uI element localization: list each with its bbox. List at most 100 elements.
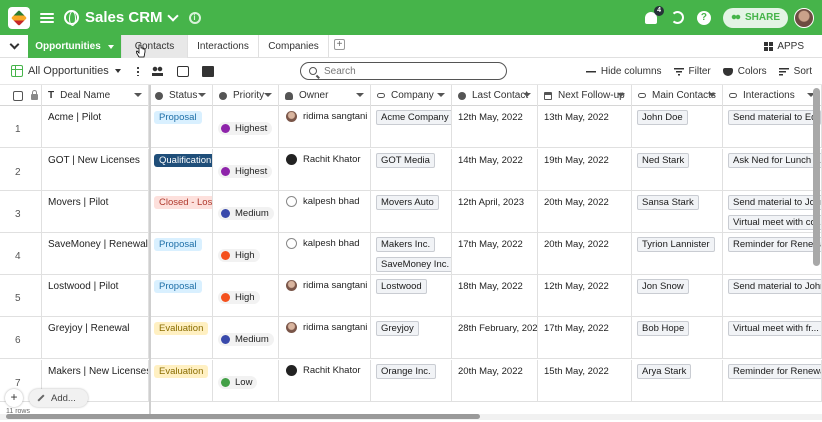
owner-cell[interactable]: Rachit Khator: [279, 149, 371, 190]
company-cell[interactable]: GOT Media: [371, 149, 452, 190]
table-row[interactable]: 4 SaveMoney | Renewal Proposal High kalp…: [0, 233, 822, 275]
interactions-cell[interactable]: Reminder for Renewal: [723, 360, 822, 401]
last-contact-cell[interactable]: 18th May, 2022: [452, 275, 538, 316]
contact-chip[interactable]: Arya Stark: [637, 364, 692, 379]
grid-view-icon[interactable]: [11, 65, 23, 77]
column-header-interactions[interactable]: Interactions: [723, 85, 822, 106]
search-input[interactable]: [324, 65, 494, 77]
next-follow-up-cell[interactable]: 13th May, 2022: [538, 106, 632, 147]
app-title[interactable]: Sales CRM: [85, 9, 163, 26]
share-view-icon[interactable]: [176, 65, 189, 77]
more-options-icon[interactable]: [136, 66, 139, 76]
interactions-cell[interactable]: Send material to John: [723, 275, 822, 316]
interaction-chip[interactable]: Send material to Ed: [728, 110, 821, 125]
interactions-cell[interactable]: Ask Ned for Lunch i...: [723, 149, 822, 190]
interaction-chip[interactable]: Send material to John: [728, 195, 821, 210]
priority-cell[interactable]: Low: [213, 360, 279, 401]
interaction-chip[interactable]: Reminder for Renewal: [728, 364, 821, 379]
column-header-last-contact[interactable]: Last Contact: [452, 85, 538, 106]
column-header-deal-name[interactable]: T Deal Name: [42, 85, 149, 106]
column-header-next-follow-up[interactable]: Next Follow-up: [538, 85, 632, 106]
company-chip[interactable]: Greyjoy: [376, 321, 419, 336]
select-all-checkbox[interactable]: [13, 90, 23, 101]
last-contact-cell[interactable]: 28th February, 2023: [452, 317, 538, 358]
info-icon[interactable]: i: [188, 11, 201, 24]
status-cell[interactable]: Evaluation: [149, 360, 213, 401]
interactions-cell[interactable]: Reminder for Renewal: [723, 233, 822, 274]
vertical-scrollbar[interactable]: [813, 88, 820, 266]
priority-cell[interactable]: High: [213, 233, 279, 274]
main-contacts-cell[interactable]: Ned Stark: [632, 149, 723, 190]
last-contact-cell[interactable]: 20th May, 2022: [452, 360, 538, 401]
interaction-chip[interactable]: Ask Ned for Lunch i...: [728, 153, 821, 168]
row-number-cell[interactable]: 5: [0, 275, 42, 316]
status-cell[interactable]: Qualification: [149, 149, 213, 190]
column-menu-icon[interactable]: [708, 93, 716, 97]
table-row[interactable]: 3 Movers | Pilot Closed - Lost Medium ka…: [0, 191, 822, 233]
status-cell[interactable]: Closed - Lost: [149, 191, 213, 232]
column-header-priority[interactable]: Priority: [213, 85, 279, 106]
sort-button[interactable]: Sort: [778, 66, 812, 77]
deal-name-cell[interactable]: SaveMoney | Renewal: [42, 233, 149, 274]
interactions-cell[interactable]: Send material to Ed: [723, 106, 822, 147]
table-row[interactable]: 6 Greyjoy | Renewal Evaluation Medium ri…: [0, 317, 822, 359]
main-contacts-cell[interactable]: Tyrion Lannister: [632, 233, 723, 274]
history-icon[interactable]: [670, 11, 684, 24]
table-row[interactable]: 7 Makers | New Licenses Evaluation Low R…: [0, 360, 822, 402]
app-logo-icon[interactable]: [8, 6, 30, 29]
owner-cell[interactable]: kalpesh bhad: [279, 233, 371, 274]
frozen-column-divider[interactable]: [149, 85, 151, 414]
column-menu-icon[interactable]: [523, 93, 531, 97]
next-follow-up-cell[interactable]: 17th May, 2022: [538, 317, 632, 358]
column-menu-icon[interactable]: [437, 93, 445, 97]
row-number-cell[interactable]: 2: [0, 149, 42, 190]
contact-chip[interactable]: John Doe: [637, 110, 688, 125]
deal-name-cell[interactable]: Greyjoy | Renewal: [42, 317, 149, 358]
interactions-cell[interactable]: Virtual meet with fr...: [723, 317, 822, 358]
interaction-chip[interactable]: Send material to John: [728, 279, 821, 294]
priority-cell[interactable]: Medium: [213, 191, 279, 232]
status-cell[interactable]: Proposal: [149, 233, 213, 274]
add-row-button[interactable]: Add...: [29, 389, 88, 407]
deal-name-cell[interactable]: GOT | New Licenses: [42, 149, 149, 190]
table-row[interactable]: 5 Lostwood | Pilot Proposal High ridima …: [0, 275, 822, 317]
contact-chip[interactable]: Ned Stark: [637, 153, 690, 168]
add-row-icon[interactable]: +: [5, 389, 23, 407]
main-contacts-cell[interactable]: Bob Hope: [632, 317, 723, 358]
column-menu-icon[interactable]: [134, 93, 142, 97]
company-chip[interactable]: SaveMoney Inc.: [376, 257, 451, 272]
colors-button[interactable]: Colors: [722, 66, 767, 77]
contact-chip[interactable]: Bob Hope: [637, 321, 690, 336]
owner-cell[interactable]: ridima sangtani: [279, 106, 371, 147]
notifications-bell-icon[interactable]: 4: [644, 5, 664, 24]
contact-chip[interactable]: Jon Snow: [637, 279, 689, 294]
priority-cell[interactable]: Medium: [213, 317, 279, 358]
company-chip[interactable]: Lostwood: [376, 279, 427, 294]
status-cell[interactable]: Proposal: [149, 275, 213, 316]
next-follow-up-cell[interactable]: 19th May, 2022: [538, 149, 632, 190]
column-menu-icon[interactable]: [264, 93, 272, 97]
owner-cell[interactable]: kalpesh bhad: [279, 191, 371, 232]
collaborators-icon[interactable]: [151, 65, 164, 77]
company-cell[interactable]: Orange Inc.: [371, 360, 452, 401]
interaction-chip[interactable]: Reminder for Renewal: [728, 237, 821, 252]
help-icon[interactable]: ?: [696, 10, 711, 25]
tab-companies[interactable]: Companies: [259, 35, 329, 58]
apps-button[interactable]: APPS: [764, 35, 804, 58]
tab-opportunities[interactable]: Opportunities: [28, 35, 122, 58]
row-number-cell[interactable]: 6: [0, 317, 42, 358]
main-contacts-cell[interactable]: John Doe: [632, 106, 723, 147]
next-follow-up-cell[interactable]: 12th May, 2022: [538, 275, 632, 316]
deal-name-cell[interactable]: Acme | Pilot: [42, 106, 149, 147]
last-contact-cell[interactable]: 12th April, 2023: [452, 191, 538, 232]
last-contact-cell[interactable]: 14th May, 2022: [452, 149, 538, 190]
view-name[interactable]: All Opportunities: [28, 65, 109, 77]
company-chip[interactable]: Acme Company: [376, 110, 451, 125]
owner-cell[interactable]: ridima sangtani: [279, 317, 371, 358]
next-follow-up-cell[interactable]: 15th May, 2022: [538, 360, 632, 401]
priority-cell[interactable]: High: [213, 275, 279, 316]
tab-dropdown-icon[interactable]: [107, 44, 114, 49]
view-dropdown-icon[interactable]: [114, 69, 121, 73]
company-cell[interactable]: Lostwood: [371, 275, 452, 316]
priority-cell[interactable]: Highest: [213, 106, 279, 147]
